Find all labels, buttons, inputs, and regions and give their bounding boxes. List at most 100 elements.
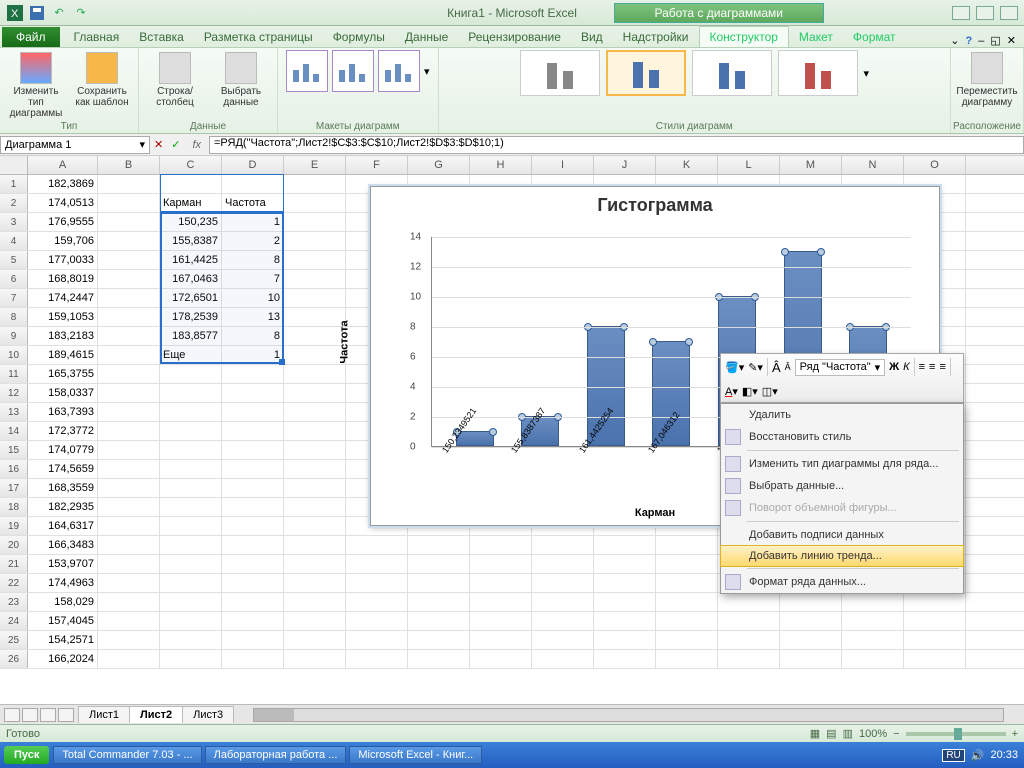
column-header[interactable]: E [284,156,346,174]
cell[interactable] [284,612,346,630]
zoom-in-icon[interactable]: + [1012,728,1018,740]
cell[interactable]: 161,4425 [160,251,222,269]
cell[interactable]: 8 [222,327,284,345]
cell[interactable] [98,327,160,345]
tab-Надстройки[interactable]: Надстройки [613,27,699,47]
switch-row-col-button[interactable]: Строка/столбец [147,52,203,108]
row-header[interactable]: 1 [0,175,28,193]
minimize-ribbon-icon[interactable]: ⌄ [950,34,959,47]
cell[interactable] [842,612,904,630]
formula-input[interactable]: =РЯД("Частота";Лист2!$C$3:$C$10;Лист2!$D… [209,136,1024,154]
cell[interactable] [160,574,222,592]
row-header[interactable]: 9 [0,327,28,345]
cell[interactable] [346,536,408,554]
layout-thumb[interactable] [286,50,328,92]
undo-icon[interactable]: ↶ [50,4,68,22]
cell[interactable] [656,631,718,649]
cell[interactable] [98,403,160,421]
clock[interactable]: 20:33 [990,749,1018,761]
column-header[interactable]: M [780,156,842,174]
cell[interactable]: 183,8577 [160,327,222,345]
cell[interactable]: 182,3869 [28,175,98,193]
cell[interactable] [408,612,470,630]
cell[interactable] [532,555,594,573]
row-header[interactable]: 5 [0,251,28,269]
tab-Вставка[interactable]: Вставка [129,27,194,47]
redo-icon[interactable]: ↷ [72,4,90,22]
cell[interactable] [656,574,718,592]
cell[interactable]: 183,2183 [28,327,98,345]
column-header[interactable]: I [532,156,594,174]
row-header[interactable]: 23 [0,593,28,611]
chart-title[interactable]: Гистограмма [371,187,939,224]
cell[interactable] [222,593,284,611]
row-header[interactable]: 21 [0,555,28,573]
cell[interactable] [98,479,160,497]
cell[interactable] [470,536,532,554]
cell[interactable] [594,593,656,611]
outline-color-icon[interactable]: ✎▾ [748,361,763,374]
cell[interactable]: 157,4045 [28,612,98,630]
cell[interactable]: 174,0513 [28,194,98,212]
cell[interactable] [222,612,284,630]
column-header[interactable]: J [594,156,656,174]
cell[interactable] [284,213,346,231]
cell[interactable] [160,460,222,478]
save-icon[interactable] [28,4,46,22]
cell[interactable]: 1 [222,346,284,364]
row-header[interactable]: 4 [0,232,28,250]
cell[interactable] [718,593,780,611]
cell[interactable] [222,403,284,421]
cell[interactable] [408,631,470,649]
cell[interactable] [98,270,160,288]
select-all-corner[interactable] [0,156,28,174]
cell[interactable] [98,612,160,630]
cell[interactable] [532,593,594,611]
tab-Данные[interactable]: Данные [395,27,458,47]
row-header[interactable]: 11 [0,365,28,383]
row-header[interactable]: 24 [0,612,28,630]
row-header[interactable]: 2 [0,194,28,212]
cell[interactable]: 155,8387 [160,232,222,250]
enter-icon[interactable]: ✓ [167,138,184,151]
cell[interactable] [222,460,284,478]
cell[interactable] [284,232,346,250]
cell[interactable]: 158,0337 [28,384,98,402]
cell[interactable]: 174,5659 [28,460,98,478]
cell[interactable] [780,612,842,630]
cell[interactable] [656,650,718,668]
view-layout-icon[interactable]: ▤ [826,727,836,740]
column-header[interactable]: K [656,156,718,174]
cell[interactable] [904,650,966,668]
cell[interactable] [222,441,284,459]
cell[interactable] [656,536,718,554]
cell[interactable] [222,517,284,535]
column-header[interactable]: B [98,156,160,174]
cell[interactable] [532,631,594,649]
tab-Разметка страницы[interactable]: Разметка страницы [194,27,323,47]
row-header[interactable]: 13 [0,403,28,421]
cell[interactable] [718,650,780,668]
cell[interactable] [222,479,284,497]
cell[interactable]: Еще [160,346,222,364]
shape-outline-icon[interactable]: ◫▾ [762,385,778,398]
cell[interactable] [780,631,842,649]
tab-Главная[interactable]: Главная [64,27,130,47]
cell[interactable]: 164,6317 [28,517,98,535]
cell[interactable] [222,574,284,592]
cell[interactable] [284,270,346,288]
cell[interactable] [718,631,780,649]
cell[interactable] [98,365,160,383]
zoom-level[interactable]: 100% [859,728,887,740]
cell[interactable] [284,593,346,611]
change-chart-type-button[interactable]: Изменить тип диаграммы [8,52,64,119]
view-pagebreak-icon[interactable]: ▥ [843,727,853,740]
view-normal-icon[interactable]: ▦ [810,727,820,740]
context-menu-item[interactable]: Добавить подписи данных [721,524,963,546]
cell[interactable] [284,365,346,383]
cell[interactable]: Частота [222,194,284,212]
cell[interactable] [904,631,966,649]
cell[interactable] [222,384,284,402]
cell[interactable] [98,194,160,212]
tab-Макет[interactable]: Макет [789,27,843,47]
